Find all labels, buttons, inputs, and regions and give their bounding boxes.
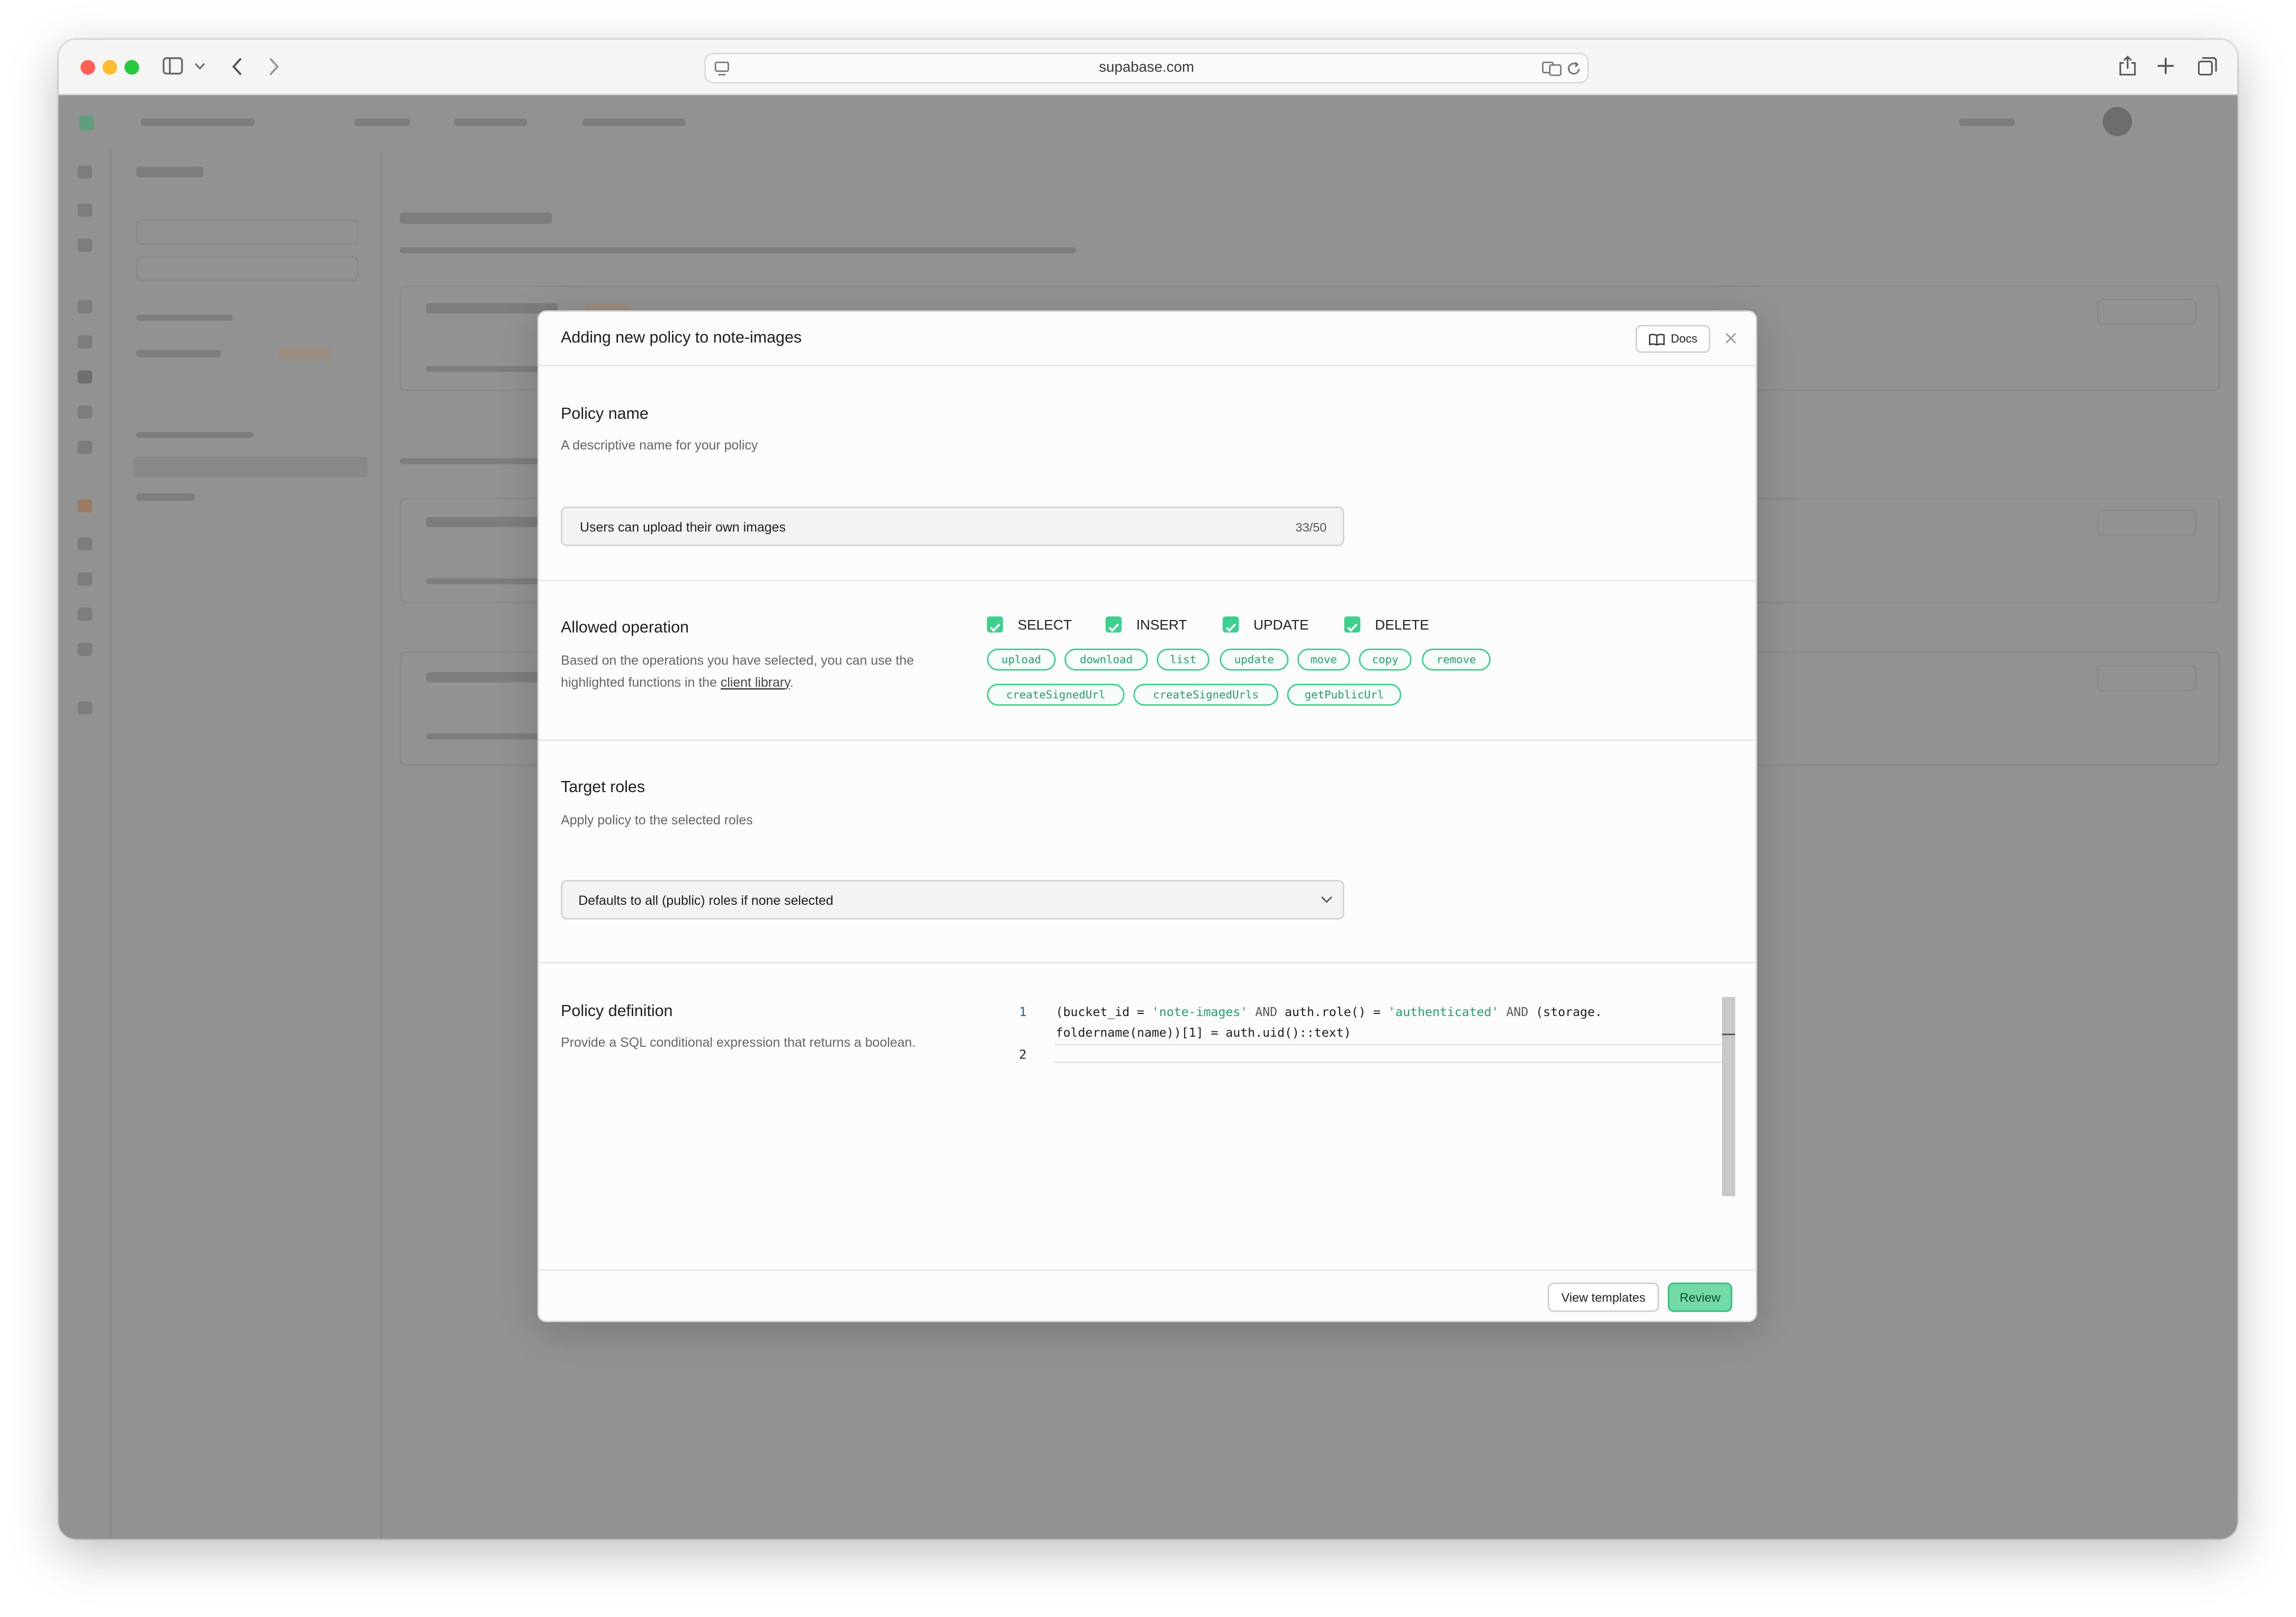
line-number: 2 (1019, 1047, 1027, 1062)
url-text: supabase.com (1099, 60, 1195, 76)
feedback-button (1959, 118, 2015, 126)
insert-checkbox-label: INSERT (1136, 617, 1187, 634)
reload-icon[interactable] (1567, 61, 1582, 76)
target-roles-label: Target roles (561, 779, 645, 797)
dialog-title: Adding new policy to note-images (561, 329, 802, 347)
minimize-window-button[interactable] (102, 60, 118, 75)
tab-overview-icon[interactable] (2198, 57, 2217, 76)
project-breadcrumb (354, 118, 410, 126)
function-pill: move (1297, 649, 1350, 671)
target-roles-placeholder: Defaults to all (public) roles if none s… (578, 893, 833, 908)
scrollbar-marker (1721, 1034, 1735, 1036)
sidebar-toggle-icon[interactable] (163, 57, 183, 75)
function-pill: copy (1359, 649, 1412, 671)
check-icon (990, 623, 1000, 632)
address-bar[interactable]: supabase.com (704, 52, 1589, 84)
target-roles-hint: Apply policy to the selected roles (561, 812, 753, 828)
check-icon (1347, 623, 1358, 632)
policy-name-input[interactable]: Users can upload their own images 33/50 (561, 506, 1344, 546)
policy-definition-label: Policy definition (561, 1003, 673, 1021)
dialog-footer: View templates Review (539, 1269, 1756, 1321)
code-line-wrap: foldername(name))[1] = auth.uid()::text) (1055, 1025, 1351, 1040)
active-line-highlight (1054, 1044, 1722, 1063)
dialog-header: Adding new policy to note-images Docs (539, 312, 1756, 366)
policy-name-section (539, 366, 1756, 581)
connect-button (454, 118, 527, 126)
editor-scrollbar[interactable] (1721, 997, 1735, 1197)
function-pill: upload (986, 649, 1056, 671)
review-button[interactable]: Review (1667, 1282, 1733, 1312)
hint-suffix: . (790, 674, 794, 689)
app-logo (79, 115, 94, 131)
book-icon (1649, 334, 1665, 346)
check-icon (1225, 623, 1236, 632)
translate-icon[interactable] (1542, 61, 1563, 76)
add-policy-dialog: Adding new policy to note-images Docs Po… (537, 310, 1757, 1323)
maximize-window-button[interactable] (124, 60, 139, 75)
close-icon[interactable] (1725, 333, 1737, 344)
storage-sidebar (111, 150, 382, 1539)
policy-name-hint: A descriptive name for your policy (561, 437, 758, 453)
policy-name-label: Policy name (561, 405, 649, 424)
allowed-operation-hint: Based on the operations you have selecte… (561, 650, 945, 693)
icon-nav (59, 150, 112, 1539)
forward-arrow-icon[interactable] (268, 57, 280, 76)
screen: supabase.com Adding new policy to note-i… (0, 0, 2296, 1616)
docs-button-label: Docs (1671, 332, 1698, 346)
select-checkbox[interactable] (986, 616, 1003, 633)
back-arrow-icon[interactable] (231, 57, 243, 76)
chevron-down-icon (1321, 896, 1332, 903)
delete-checkbox-label: DELETE (1375, 617, 1429, 634)
target-roles-select[interactable]: Defaults to all (public) roles if none s… (561, 879, 1344, 920)
avatar (2102, 106, 2132, 137)
insert-checkbox[interactable] (1105, 616, 1122, 633)
line-number: 1 (1019, 1004, 1027, 1019)
org-breadcrumb (140, 118, 255, 126)
function-pill: createSignedUrls (1133, 684, 1279, 706)
function-pill: getPublicUrl (1287, 684, 1402, 706)
branch-breadcrumb (582, 118, 686, 126)
policy-definition-hint: Provide a SQL conditional expression tha… (561, 1035, 916, 1050)
browser-toolbar: supabase.com (58, 39, 2238, 95)
docs-button[interactable]: Docs (1635, 325, 1710, 353)
check-icon (1108, 623, 1119, 632)
policy-name-value: Users can upload their own images (580, 519, 786, 535)
function-pill: update (1219, 649, 1289, 671)
function-pill: list (1156, 649, 1210, 671)
code-line: (bucket_id = 'note-images' AND auth.role… (1055, 1004, 1602, 1019)
function-pill: download (1064, 649, 1148, 671)
view-templates-button[interactable]: View templates (1547, 1282, 1660, 1312)
chevron-down-icon[interactable] (195, 63, 205, 70)
function-pill: createSignedUrl (986, 684, 1125, 706)
update-checkbox-label: UPDATE (1253, 617, 1309, 634)
share-icon[interactable] (2119, 56, 2136, 76)
update-checkbox[interactable] (1223, 616, 1239, 633)
target-roles-section (539, 741, 1756, 964)
function-pill: remove (1422, 649, 1491, 671)
sql-editor[interactable]: 1 2 (bucket_id = 'note-images' AND auth.… (1005, 997, 1737, 1243)
client-library-link[interactable]: client library (721, 674, 790, 689)
new-tab-icon[interactable] (2157, 57, 2174, 75)
close-window-button[interactable] (80, 60, 95, 75)
character-counter: 33/50 (1295, 519, 1327, 535)
allowed-operation-label: Allowed operation (561, 619, 689, 637)
delete-checkbox[interactable] (1344, 616, 1360, 633)
select-checkbox-label: SELECT (1017, 617, 1072, 634)
